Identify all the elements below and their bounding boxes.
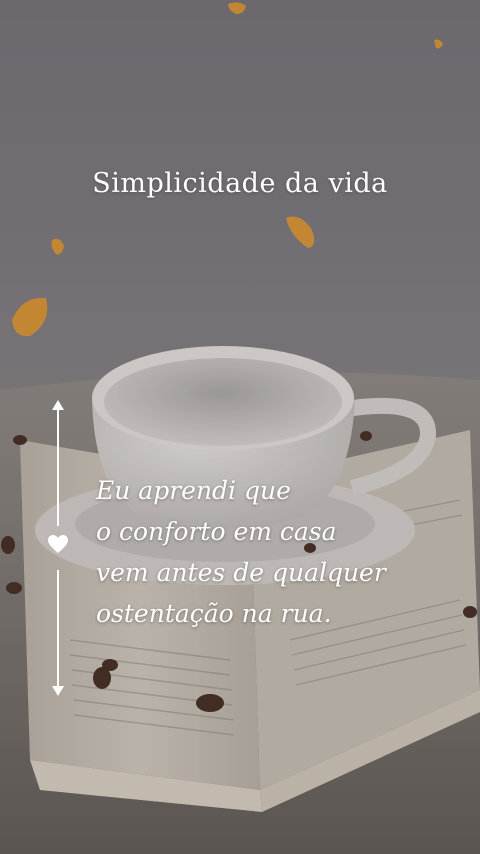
heart-icon (48, 535, 68, 553)
quote-line: ostentação na rua. (96, 599, 332, 628)
arrow-down-icon (52, 686, 64, 696)
divider-line-top (57, 408, 59, 526)
story-title: Simplicidade da vida (92, 168, 388, 199)
quote-text: Eu aprendi que o conforto em casa vem an… (96, 470, 466, 634)
story-frame: Simplicidade da vida Eu aprendi que o co… (0, 0, 480, 854)
divider-line-bottom (57, 570, 59, 688)
quote-line: o conforto em casa (96, 517, 337, 546)
background-photo (0, 0, 480, 854)
quote-line: vem antes de qualquer (96, 558, 386, 587)
vertical-divider (44, 400, 72, 696)
quote-line: Eu aprendi que (96, 476, 291, 505)
